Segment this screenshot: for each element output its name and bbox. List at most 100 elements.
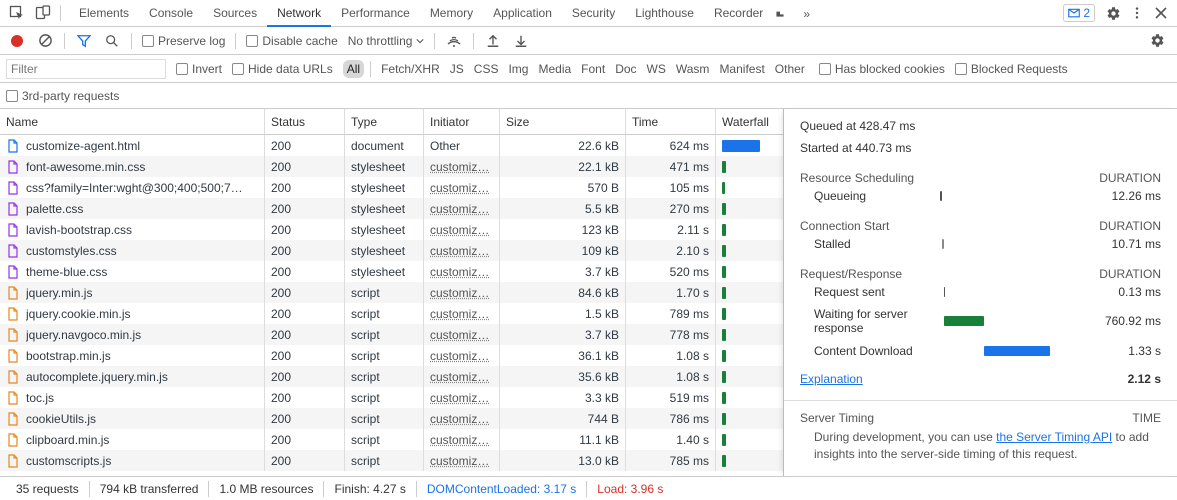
tab-performance[interactable]: Performance xyxy=(331,0,420,27)
table-row[interactable]: jquery.cookie.min.js200scriptcustomiz…1.… xyxy=(0,303,783,324)
more-tabs[interactable]: » xyxy=(793,1,820,26)
panel-settings-icon[interactable] xyxy=(1145,33,1169,48)
separator xyxy=(60,5,61,21)
blocked-cookies-checkbox[interactable]: Has blocked cookies xyxy=(819,62,945,76)
tab-application[interactable]: Application xyxy=(483,0,562,27)
table-row[interactable]: clipboard.min.js200scriptcustomiz…11.1 k… xyxy=(0,429,783,450)
initiator-cell[interactable]: customiz… xyxy=(430,181,489,195)
chip-doc[interactable]: Doc xyxy=(611,60,640,78)
gear-icon[interactable] xyxy=(1101,6,1125,21)
tab-recorder[interactable]: Recorder xyxy=(704,0,773,27)
chip-img[interactable]: Img xyxy=(504,60,532,78)
table-row[interactable]: customize-agent.html200documentOther22.6… xyxy=(0,135,783,156)
network-conditions-icon[interactable] xyxy=(445,33,463,49)
initiator-cell[interactable]: customiz… xyxy=(430,265,489,279)
file-icon xyxy=(6,244,20,258)
disable-cache-checkbox[interactable]: Disable cache xyxy=(246,34,337,48)
device-icon[interactable] xyxy=(30,0,56,26)
hide-data-urls-checkbox[interactable]: Hide data URLs xyxy=(232,62,333,76)
kebab-icon[interactable] xyxy=(1125,6,1149,20)
search-icon[interactable] xyxy=(103,34,121,48)
server-timing-api-link[interactable]: the Server Timing API xyxy=(996,430,1112,444)
table-row[interactable]: theme-blue.css200stylesheetcustomiz…3.7 … xyxy=(0,261,783,282)
blocked-requests-label: Blocked Requests xyxy=(971,62,1068,76)
upload-icon[interactable] xyxy=(484,34,502,48)
table-row[interactable]: lavish-bootstrap.css200stylesheetcustomi… xyxy=(0,219,783,240)
initiator-cell[interactable]: customiz… xyxy=(430,307,489,321)
initiator-cell[interactable]: customiz… xyxy=(430,454,489,468)
preserve-log-checkbox[interactable]: Preserve log xyxy=(142,34,225,48)
inspect-icon[interactable] xyxy=(4,0,30,26)
file-icon xyxy=(6,160,20,174)
invert-checkbox[interactable]: Invert xyxy=(176,62,222,76)
tab-elements[interactable]: Elements xyxy=(69,0,139,27)
status-cell: 200 xyxy=(265,345,345,366)
col-initiator[interactable]: Initiator xyxy=(424,109,500,134)
table-row[interactable]: font-awesome.min.css200stylesheetcustomi… xyxy=(0,156,783,177)
initiator-cell[interactable]: customiz… xyxy=(430,244,489,258)
col-name[interactable]: Name xyxy=(0,109,265,134)
size-cell: 3.7 kB xyxy=(500,324,626,345)
type-cell: script xyxy=(345,345,424,366)
table-row[interactable]: bootstrap.min.js200scriptcustomiz…36.1 k… xyxy=(0,345,783,366)
table-row[interactable]: autocomplete.jquery.min.js200scriptcusto… xyxy=(0,366,783,387)
request-name: font-awesome.min.css xyxy=(26,160,145,174)
initiator-cell[interactable]: customiz… xyxy=(430,202,489,216)
close-icon[interactable] xyxy=(1149,7,1173,19)
table-row[interactable]: jquery.min.js200scriptcustomiz…84.6 kB1.… xyxy=(0,282,783,303)
record-button[interactable] xyxy=(8,35,26,47)
tab-memory[interactable]: Memory xyxy=(420,0,483,27)
initiator-cell[interactable]: customiz… xyxy=(430,349,489,363)
initiator-cell[interactable]: customiz… xyxy=(430,286,489,300)
initiator-cell[interactable]: customiz… xyxy=(430,412,489,426)
chip-wasm[interactable]: Wasm xyxy=(672,60,714,78)
chip-all[interactable]: All xyxy=(343,60,364,78)
waterfall-cell xyxy=(716,450,783,471)
issues-badge[interactable]: 2 xyxy=(1063,4,1095,22)
waterfall-cell xyxy=(716,345,783,366)
blocked-requests-checkbox[interactable]: Blocked Requests xyxy=(955,62,1068,76)
waterfall-cell xyxy=(716,387,783,408)
tab-network[interactable]: Network xyxy=(267,0,331,27)
filter-input[interactable] xyxy=(6,59,166,79)
initiator-cell[interactable]: customiz… xyxy=(430,391,489,405)
third-party-checkbox[interactable]: 3rd-party requests xyxy=(6,89,119,103)
chip-css[interactable]: CSS xyxy=(470,60,503,78)
table-row[interactable]: css?family=Inter:wght@300;400;500;7…200s… xyxy=(0,177,783,198)
chip-ws[interactable]: WS xyxy=(643,60,670,78)
size-cell: 35.6 kB xyxy=(500,366,626,387)
table-row[interactable]: cookieUtils.js200scriptcustomiz…744 B786… xyxy=(0,408,783,429)
table-row[interactable]: palette.css200stylesheetcustomiz…5.5 kB2… xyxy=(0,198,783,219)
table-row[interactable]: customscripts.js200scriptcustomiz…13.0 k… xyxy=(0,450,783,471)
col-status[interactable]: Status xyxy=(265,109,345,134)
tab-console[interactable]: Console xyxy=(139,0,203,27)
chip-js[interactable]: JS xyxy=(446,60,468,78)
initiator-cell[interactable]: customiz… xyxy=(430,328,489,342)
table-row[interactable]: customstyles.css200stylesheetcustomiz…10… xyxy=(0,240,783,261)
col-type[interactable]: Type xyxy=(345,109,424,134)
initiator-cell[interactable]: customiz… xyxy=(430,433,489,447)
tab-sources[interactable]: Sources xyxy=(203,0,267,27)
duration-header: DURATION xyxy=(1099,219,1161,233)
col-size[interactable]: Size xyxy=(500,109,626,134)
chip-font[interactable]: Font xyxy=(577,60,609,78)
download-icon[interactable] xyxy=(512,34,530,48)
tab-security[interactable]: Security xyxy=(562,0,625,27)
table-row[interactable]: toc.js200scriptcustomiz…3.3 kB519 ms xyxy=(0,387,783,408)
clear-icon[interactable] xyxy=(36,33,54,48)
tab-lighthouse[interactable]: Lighthouse xyxy=(625,0,704,27)
chip-manifest[interactable]: Manifest xyxy=(715,60,768,78)
initiator-cell[interactable]: customiz… xyxy=(430,160,489,174)
chip-other[interactable]: Other xyxy=(771,60,809,78)
explanation-link[interactable]: Explanation xyxy=(800,372,863,386)
col-waterfall[interactable]: Waterfall xyxy=(716,109,783,134)
chip-media[interactable]: Media xyxy=(534,60,575,78)
filter-icon[interactable] xyxy=(75,34,93,48)
col-time[interactable]: Time xyxy=(626,109,716,134)
initiator-cell[interactable]: customiz… xyxy=(430,370,489,384)
chip-fetchxhr[interactable]: Fetch/XHR xyxy=(377,60,444,78)
waterfall-cell xyxy=(716,156,783,177)
throttling-select[interactable]: No throttling xyxy=(348,34,425,48)
table-row[interactable]: jquery.navgoco.min.js200scriptcustomiz…3… xyxy=(0,324,783,345)
initiator-cell[interactable]: customiz… xyxy=(430,223,489,237)
